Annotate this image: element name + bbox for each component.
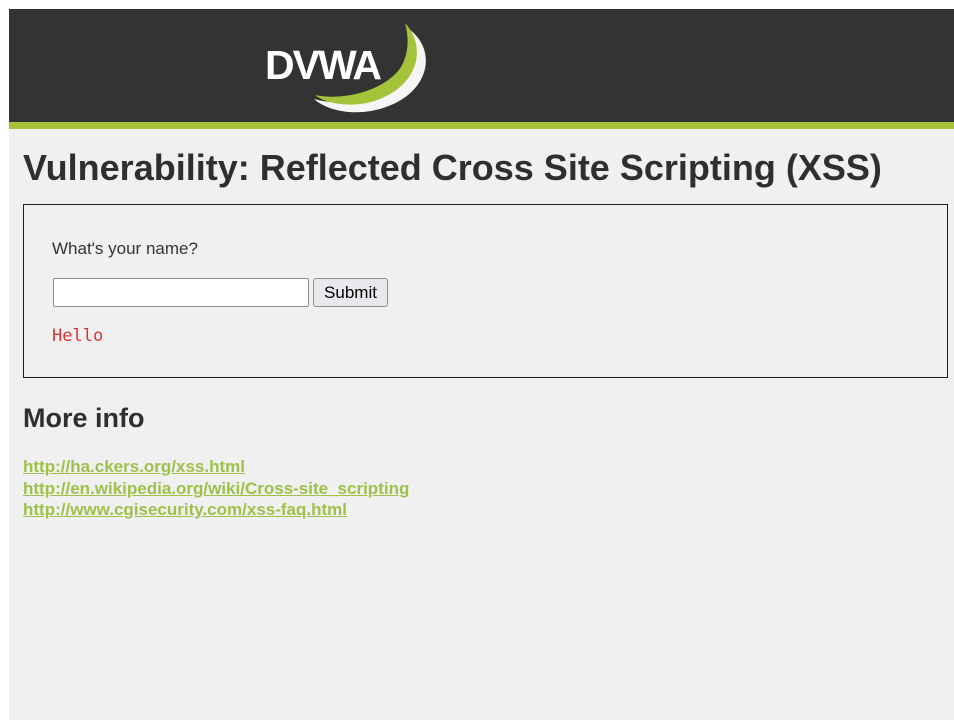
- more-info-links: http://ha.ckers.org/xss.html http://en.w…: [23, 456, 409, 521]
- name-input[interactable]: [53, 278, 309, 307]
- list-item: http://en.wikipedia.org/wiki/Cross-site_…: [23, 478, 409, 500]
- site-header: DVWA: [9, 9, 954, 122]
- link-cgisecurity-xss-faq[interactable]: http://www.cgisecurity.com/xss-faq.html: [23, 500, 347, 519]
- page-frame: DVWA Vulnerability: Reflected Cross Site…: [9, 9, 954, 720]
- page-title: Vulnerability: Reflected Cross Site Scri…: [23, 147, 882, 188]
- link-ha-ckers-xss[interactable]: http://ha.ckers.org/xss.html: [23, 457, 245, 476]
- more-info-heading: More info: [23, 403, 145, 433]
- name-prompt-label: What's your name?: [52, 239, 198, 258]
- list-item: http://ha.ckers.org/xss.html: [23, 456, 409, 478]
- dvwa-logo: DVWA: [265, 23, 426, 113]
- submit-button[interactable]: Submit: [313, 278, 388, 307]
- logo-text: DVWA: [265, 42, 381, 88]
- reflected-output: Hello: [52, 326, 104, 346]
- vulnerable-code-area: What's your name? Submit Hello: [23, 204, 948, 378]
- list-item: http://www.cgisecurity.com/xss-faq.html: [23, 499, 409, 521]
- header-accent-stripe: [9, 122, 954, 129]
- link-wikipedia-xss[interactable]: http://en.wikipedia.org/wiki/Cross-site_…: [23, 479, 409, 498]
